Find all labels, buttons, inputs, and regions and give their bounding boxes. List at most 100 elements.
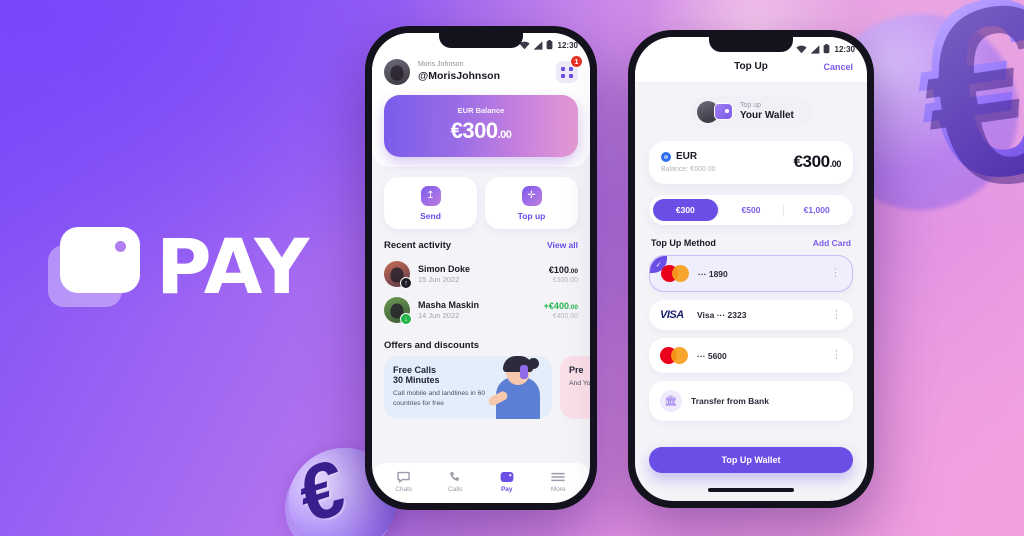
avatar [384,59,410,85]
wallet-icon [714,103,733,120]
plus-icon: ✛ [521,186,542,206]
activity-amount-whole: €100 [548,264,569,275]
topup-amount-whole: €300 [793,152,830,171]
activity-date: 15 Jun 2022 [418,275,460,284]
activity-amount-whole: +€400 [543,300,569,311]
tab-more-label: More [550,486,566,493]
wallet-pill-title: Your Wallet [740,109,794,121]
activity-name: Simon Doke [418,264,471,274]
battery-icon [546,40,552,50]
payment-method-visa-2323[interactable]: VISA Visa ··· 2323 ⋮ [649,300,853,330]
battery-icon [823,44,829,54]
more-vertical-icon[interactable]: ⋮ [831,350,842,360]
cancel-button[interactable]: Cancel [823,62,853,72]
balance-amount-cents: .00 [497,129,512,141]
grid-apps-icon[interactable]: 1 [556,55,583,83]
right-screen: 12:30 Top Up Cancel Top up Your Wallet E… [635,37,867,501]
send-arrow-up-icon: ↥ [420,186,441,206]
more-vertical-icon[interactable]: ⋮ [831,310,842,320]
tab-chats[interactable]: Chats [378,469,430,493]
tab-calls-label: Calls [448,486,463,493]
recent-activity-title: Recent activity [384,240,452,251]
add-card-link[interactable]: Add Card [813,238,851,248]
tab-calls[interactable]: Calls [430,469,482,493]
quick-actions: ↥ Send ✛ Top up [372,167,590,229]
right-statusbar-time: 12:30 [834,44,855,54]
wallet-icon-dot [115,240,126,252]
wallet-icon [481,469,533,484]
list-item[interactable]: ↑ Simon Doke 15 Jun 2022 €100.00 €300.00 [384,257,578,293]
profile-name: Moris Johnson [418,61,464,69]
offer-card-free-calls[interactable]: Free Calls 30 Minutes Call mobile and la… [384,356,552,419]
activity-name: Masha Maskin [418,300,480,310]
activity-list: ↑ Simon Doke 15 Jun 2022 €100.00 €300.00 [372,257,590,329]
amount-chip-300[interactable]: €300 [653,199,718,221]
list-item[interactable]: ↓ Masha Maskin 14 Jun 2022 +€400.00 €400… [384,293,578,329]
offer-card-secondary[interactable]: Pre And You [560,356,590,419]
wallet-icon [48,226,140,307]
offer-subtitle: And You [569,380,590,387]
hamburger-menu-icon [533,469,585,484]
amount-chip-1000[interactable]: €1,000 [784,199,849,221]
profile-row[interactable]: Moris Johnson @MorisJohnson 1 [384,53,583,95]
phone-notch [709,37,793,52]
phone-icon [430,469,482,484]
balance-amount-whole: €300 [450,118,498,143]
top-up-wallet-button[interactable]: Top Up Wallet [649,447,853,473]
payment-method-bank-transfer[interactable]: 🏛 Transfer from Bank [649,381,853,421]
more-vertical-icon[interactable]: ⋮ [830,268,841,278]
activity-values: €100.00 €300.00 [549,265,578,284]
activity-avatar: ↓ [384,297,412,325]
tab-pay[interactable]: Pay [481,469,533,493]
activity-amount: +€400.00 [544,301,578,311]
left-statusbar-time: 12:30 [557,40,578,50]
payment-method-label: ··· 5600 [697,350,727,361]
topup-header: Top Up Cancel [635,57,867,83]
view-all-link[interactable]: View all [547,240,578,250]
payment-method-label: Visa ··· 2323 [697,310,747,320]
payment-method-mastercard-5600[interactable]: ··· 5600 ⋮ [649,338,853,373]
currency-card[interactable]: EUR Balance: €600.00 €300.00 [649,141,853,184]
mastercard-icon [661,265,689,282]
mastercard-icon [660,347,688,364]
send-button[interactable]: ↥ Send [384,177,477,229]
profile-handle: @MorisJohnson [418,69,500,82]
offers-header: Offers and discounts [372,329,590,356]
screenshot-stage: € € PAY 12:30 Moris Johnson @MorisJohnso… [0,0,1024,536]
signal-icon [810,44,819,54]
offer-line1: Pre [569,365,584,375]
arrow-down-icon: ↓ [400,313,412,325]
activity-avatar: ↑ [384,261,412,289]
payment-method-mastercard-1890[interactable]: ✓ ··· 1890 ⋮ [649,255,853,292]
offers-carousel[interactable]: Free Calls 30 Minutes Call mobile and la… [372,356,590,419]
balance-amount: €300.00 [394,118,568,144]
left-top-panel: Moris Johnson @MorisJohnson 1 EUR Balanc… [372,53,590,167]
phone-right: 12:30 Top Up Cancel Top up Your Wallet E… [628,30,874,508]
visa-icon: VISA [660,309,684,321]
currency-row: EUR [661,151,793,162]
activity-balance: €300.00 [552,276,578,284]
topup-button[interactable]: ✛ Top up [485,177,578,229]
woman-on-phone-illustration [484,356,550,419]
wallet-pill-small: Top up [740,101,762,109]
payment-method-label: Transfer from Bank [691,396,769,406]
topup-body: Top up Your Wallet EUR Balance: €600.00 … [635,83,867,421]
left-screen: 12:30 Moris Johnson @MorisJohnson 1 EUR … [372,33,590,503]
activity-values: +€400.00 €400.00 [544,301,578,320]
payment-method-label: ··· 1890 [698,268,728,279]
bottom-tabbar: Chats Calls Pay More [372,463,590,503]
notification-badge: 1 [570,55,583,68]
currency-balance: Balance: €600.00 [661,166,716,173]
tab-more[interactable]: More [533,469,585,493]
phone-left: 12:30 Moris Johnson @MorisJohnson 1 EUR … [365,26,597,510]
page-title: Top Up [734,61,768,72]
wifi-icon [795,45,807,53]
amount-chip-group: €300 €500 €1,000 [649,195,853,225]
wallet-icon-body [60,226,140,293]
balance-card[interactable]: EUR Balance €300.00 [384,95,578,157]
currency-info: EUR Balance: €600.00 [661,151,793,173]
activity-text: Simon Doke 15 Jun 2022 [418,264,541,284]
amount-chip-500[interactable]: €500 [719,199,784,221]
target-wallet-pill[interactable]: Top up Your Wallet [690,95,812,129]
activity-amount-cents: .00 [568,303,578,311]
